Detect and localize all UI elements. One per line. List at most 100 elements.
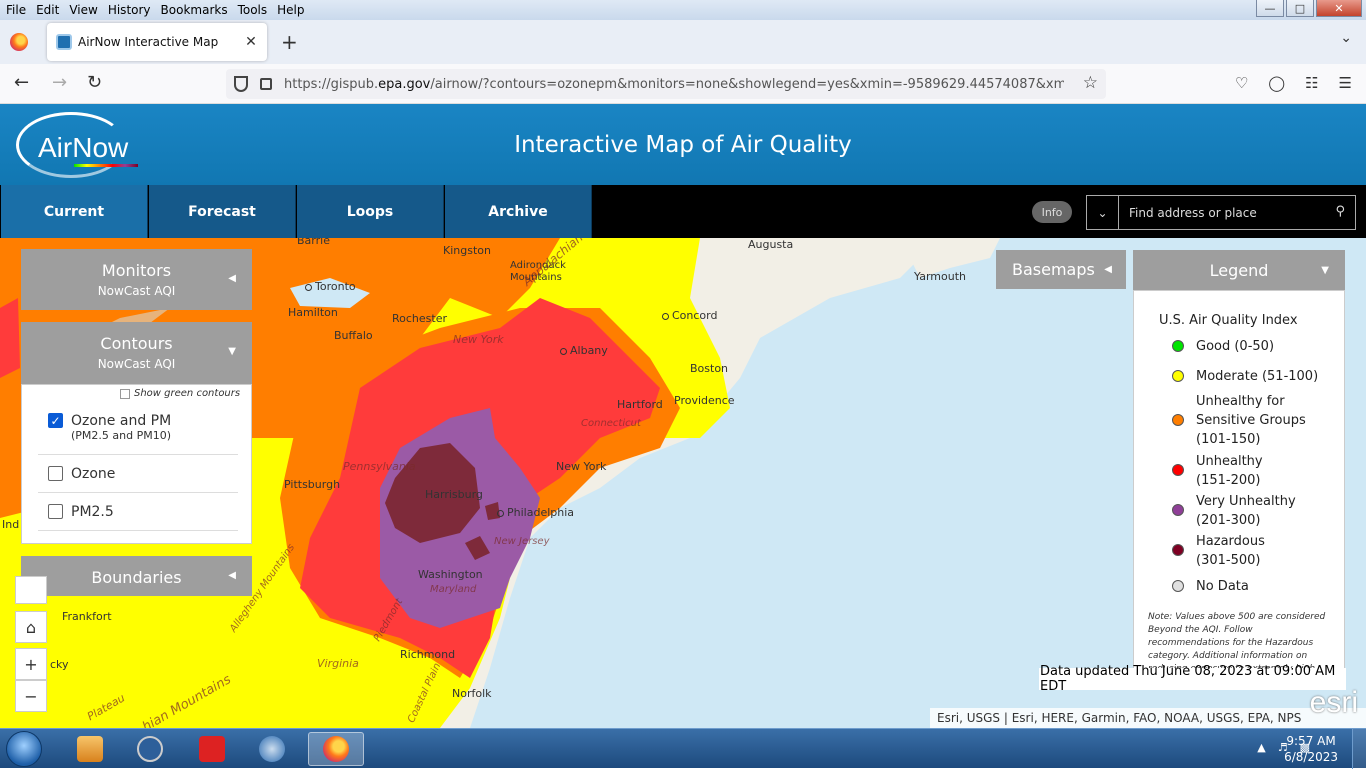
site-header: AirNow Interactive Map of Air Quality [0, 104, 1366, 185]
menu-history[interactable]: History [103, 3, 156, 17]
map-label: Toronto [305, 280, 356, 293]
extensions-icon[interactable]: ☷ [1305, 74, 1318, 92]
hp-icon[interactable] [122, 732, 178, 766]
legend-item: Unhealthy for Sensitive Groups (101-150) [1172, 392, 1326, 449]
tab-loops[interactable]: Loops [297, 185, 444, 238]
checkbox-icon[interactable] [120, 388, 130, 399]
hamburger-menu-icon[interactable]: ☰ [1339, 74, 1352, 92]
search-input[interactable] [1119, 205, 1319, 220]
caret-left-icon: ◀ [228, 570, 236, 581]
tab-archive[interactable]: Archive [445, 185, 592, 238]
reload-icon[interactable]: ↻ [87, 72, 102, 93]
maximize-icon[interactable]: □ [1286, 0, 1314, 17]
map-label: New York [453, 333, 504, 346]
legend-body: U.S. Air Quality Index Good (0-50) Moder… [1133, 290, 1345, 670]
firefox-taskbar-icon[interactable] [308, 732, 364, 766]
option-ozone[interactable]: Ozone [38, 457, 238, 493]
tab-current[interactable]: Current [1, 185, 148, 238]
map-label: Richmond [400, 648, 456, 661]
info-button[interactable]: Info [1032, 201, 1072, 223]
url-bar[interactable]: https://gispub.epa.gov/airnow/?contours=… [226, 69, 1106, 99]
tab-forecast[interactable]: Forecast [149, 185, 296, 238]
account-icon[interactable]: ◯ [1268, 74, 1285, 92]
show-desktop-button[interactable] [1352, 729, 1366, 769]
map-label: Frankfort [62, 610, 112, 623]
option-pm25[interactable]: PM2.5 [38, 495, 238, 531]
basemaps-button[interactable]: Basemaps ◀ [996, 250, 1126, 289]
bookmark-star-icon[interactable]: ☆ [1083, 73, 1098, 93]
menu-help[interactable]: Help [272, 3, 309, 17]
legend-swatch [1172, 464, 1184, 476]
menu-bookmarks[interactable]: Bookmarks [156, 3, 233, 17]
caret-down-icon: ▼ [1321, 264, 1329, 276]
tray-arrow-icon[interactable]: ▲ [1257, 741, 1265, 754]
map-label: Maryland [430, 584, 477, 595]
map-label: Barrie [297, 238, 330, 247]
browser-app-icon[interactable] [244, 732, 300, 766]
pdf-icon[interactable] [184, 732, 240, 766]
zoom-out-icon[interactable]: − [15, 680, 47, 712]
legend-swatch [1172, 370, 1184, 382]
home-icon[interactable]: ⌂ [15, 611, 47, 643]
tab-title: AirNow Interactive Map [78, 35, 219, 49]
locate-button[interactable] [15, 576, 47, 604]
airnow-favicon-icon [56, 34, 72, 50]
pocket-icon[interactable]: ♡ [1235, 74, 1248, 92]
zoom-in-icon[interactable]: + [15, 648, 47, 680]
map-label: Harrisburg [425, 488, 483, 501]
map-label: Hartford [617, 398, 663, 411]
legend-item: Good (0-50) [1172, 337, 1326, 356]
chevron-down-icon[interactable]: ⌄ [1087, 196, 1119, 229]
legend-item: Unhealthy (151-200) [1172, 452, 1286, 490]
legend-swatch [1172, 340, 1184, 352]
map-label: Ind [2, 518, 20, 531]
checkbox-icon[interactable] [48, 504, 63, 519]
boundaries-panel-header[interactable]: Boundaries ◀ [21, 556, 252, 596]
menu-edit[interactable]: Edit [31, 3, 64, 17]
legend-header[interactable]: Legend ▼ [1133, 250, 1345, 290]
shield-icon[interactable] [234, 76, 248, 92]
data-updated-text: Data updated Thu June 08, 2023 at 09:00 … [1039, 664, 1346, 694]
checkbox-icon[interactable] [48, 466, 63, 481]
legend-heading: U.S. Air Quality Index [1159, 313, 1298, 328]
monitors-panel-header[interactable]: Monitors NowCast AQI ◀ [21, 249, 252, 310]
map-label: cky [50, 658, 69, 671]
back-arrow-icon[interactable]: ← [14, 72, 29, 93]
legend-item: No Data [1172, 577, 1326, 596]
url-text[interactable]: https://gispub.epa.gov/airnow/?contours=… [284, 77, 1064, 92]
menu-file[interactable]: File [0, 3, 31, 17]
clock[interactable]: 9:57 AM 6/8/2023 [1284, 733, 1338, 765]
map-label: Augusta [748, 238, 794, 251]
legend-swatch [1172, 544, 1184, 556]
show-green-contours[interactable]: Show green contours [120, 388, 240, 399]
legend-item: Moderate (51-100) [1172, 367, 1326, 386]
browser-tab[interactable]: AirNow Interactive Map ✕ [47, 23, 267, 61]
close-tab-icon[interactable]: ✕ [241, 34, 261, 50]
taskbar: ▲ ♬ ▩ 9:57 AM 6/8/2023 [0, 728, 1366, 769]
esri-logo: esri [1309, 686, 1358, 719]
contours-panel-header[interactable]: Contours NowCast AQI ▼ [21, 322, 252, 384]
chevron-down-icon[interactable]: ⌄ [1340, 30, 1352, 46]
contour-unhealthy-west [0, 298, 20, 378]
map-label: Connecticut [581, 418, 641, 429]
map-label: Buffalo [334, 329, 373, 342]
map-label: Virginia [317, 657, 359, 670]
minimize-icon[interactable]: — [1256, 0, 1284, 17]
close-window-icon[interactable]: ✕ [1316, 0, 1362, 17]
menu-tools[interactable]: Tools [233, 3, 273, 17]
search-icon[interactable]: ⚲ [1335, 204, 1345, 219]
map-label: Washington [418, 568, 483, 581]
new-tab-icon[interactable]: + [281, 30, 298, 54]
forward-arrow-icon[interactable]: → [52, 72, 67, 93]
windows-start-icon[interactable] [6, 731, 42, 767]
boundaries-title: Boundaries [91, 568, 182, 587]
lock-icon[interactable] [260, 78, 272, 90]
taskbar-app-icon[interactable] [62, 732, 118, 766]
window-controls: — □ ✕ [1256, 0, 1362, 17]
checkbox-checked-icon[interactable]: ✓ [48, 413, 63, 428]
option-ozone-pm[interactable]: ✓ Ozone and PM (PM2.5 and PM10) [38, 403, 238, 455]
menu-view[interactable]: View [64, 3, 102, 17]
map-label: Hamilton [288, 306, 338, 319]
firefox-view-icon[interactable] [10, 33, 28, 51]
map-label: Albany [560, 344, 608, 357]
